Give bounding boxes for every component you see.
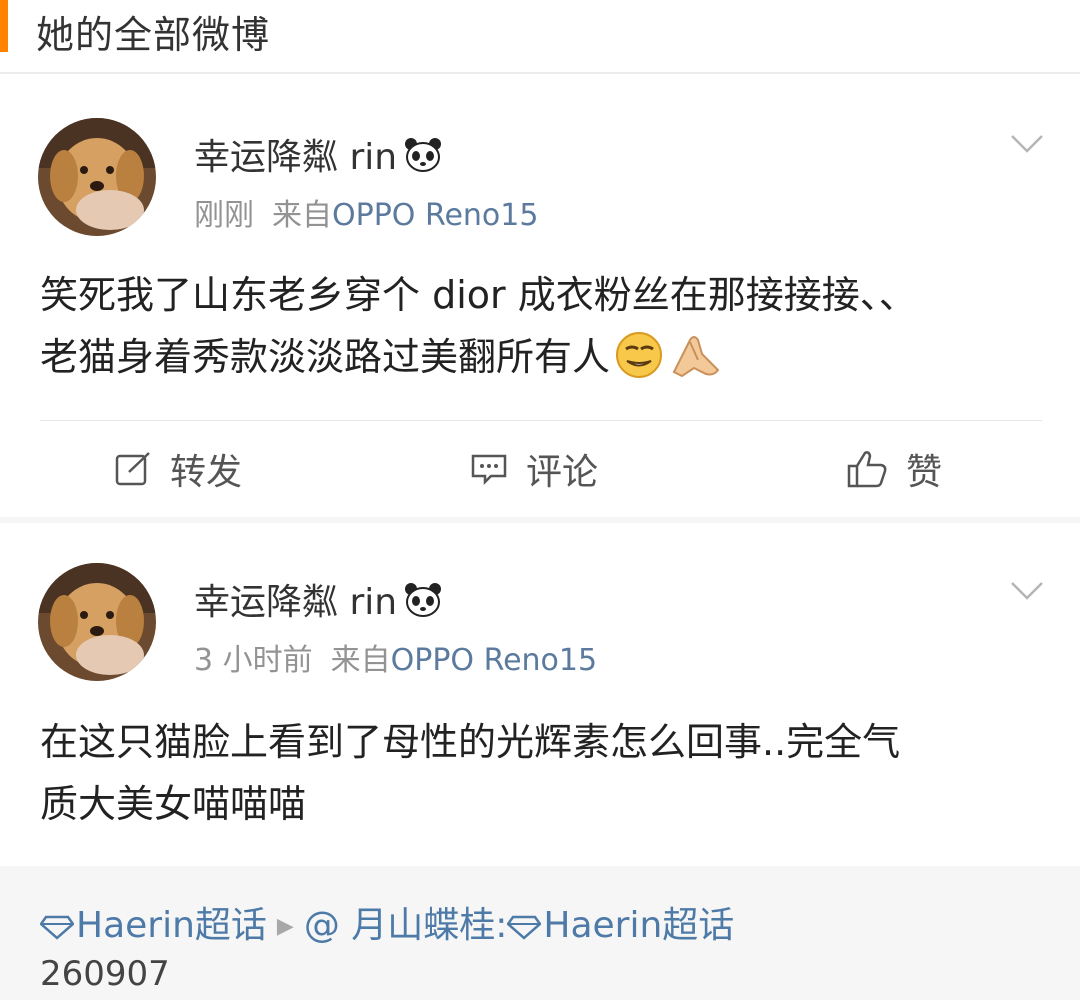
accent-bar xyxy=(0,0,8,52)
header-divider xyxy=(0,72,1080,74)
diamond-icon xyxy=(506,908,543,949)
chevron-down-icon[interactable] xyxy=(1010,132,1044,156)
post-content: 在这只猫脸上看到了母性的光辉素怎么回事..完全气 质大美女喵喵喵 xyxy=(40,720,901,826)
like-button[interactable]: 赞 xyxy=(846,421,942,517)
source-prefix: 来自 xyxy=(330,643,391,678)
thumbs-up-icon xyxy=(847,451,887,488)
username[interactable]: 幸运降粼 rin xyxy=(194,573,443,627)
avatar[interactable] xyxy=(38,118,156,236)
page-header: 她的全部微博 xyxy=(0,0,1080,72)
pray-hands-emoji xyxy=(668,330,724,398)
triangle-right-icon: ▶ xyxy=(276,914,294,939)
panda-icon xyxy=(403,137,443,182)
page-title: 她的全部微博 xyxy=(36,13,271,57)
post-source[interactable]: OPPO Reno15 xyxy=(332,198,538,233)
diamond-icon xyxy=(39,908,75,949)
topic-number: 260907 xyxy=(40,954,170,994)
post-gap xyxy=(0,517,1080,523)
topic-link[interactable]: Haerin超话 ▶ @ 月山蝶桂: Haerin超话 xyxy=(39,896,734,949)
post-time: 刚刚 xyxy=(194,198,254,233)
post-meta: 3 小时前 来自OPPO Reno15 xyxy=(194,635,597,679)
comment-button[interactable]: 评论 xyxy=(470,421,598,517)
panda-icon xyxy=(403,582,443,627)
repost-button[interactable]: 转发 xyxy=(114,421,242,517)
post-content: 笑死我了山东老乡穿个 dior 成衣粉丝在那接接接、、 老猫身着秀款淡淡路过美翻… xyxy=(40,264,1050,398)
chevron-down-icon[interactable] xyxy=(1010,579,1044,603)
smirk-emoji xyxy=(614,330,664,398)
comment-icon xyxy=(471,454,507,486)
topic-bar[interactable]: Haerin超话 ▶ @ 月山蝶桂: Haerin超话 260907 xyxy=(0,866,1080,1000)
post-actions: 转发 评论 赞 xyxy=(0,421,1080,517)
post-source[interactable]: OPPO Reno15 xyxy=(391,643,597,678)
avatar[interactable] xyxy=(38,563,156,681)
post-time: 3 小时前 xyxy=(194,643,313,678)
source-prefix: 来自 xyxy=(272,198,332,233)
share-icon xyxy=(115,452,150,486)
post-meta: 刚刚 来自OPPO Reno15 xyxy=(194,190,538,234)
username[interactable]: 幸运降粼 rin xyxy=(194,128,443,182)
